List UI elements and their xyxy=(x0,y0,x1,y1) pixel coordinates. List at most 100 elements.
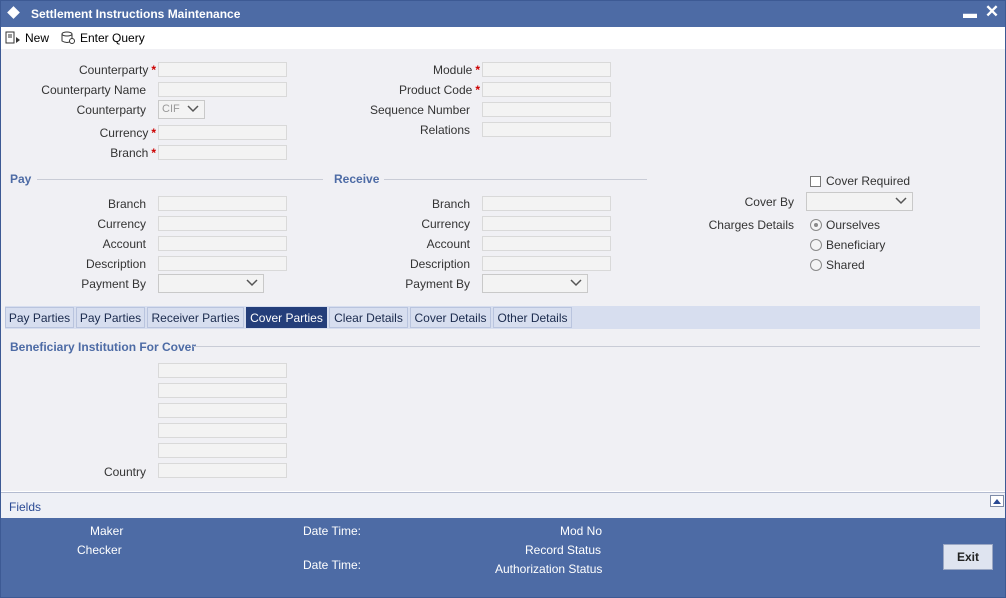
minimize-icon[interactable]: ▬ xyxy=(963,5,977,21)
close-icon[interactable]: ✕ xyxy=(984,3,1000,21)
branch-input[interactable] xyxy=(158,145,287,160)
beneficiary-line-1-input[interactable] xyxy=(158,363,287,378)
pay-payment-by-select[interactable] xyxy=(158,274,264,293)
pay-account-label: Account xyxy=(102,237,146,251)
exit-button[interactable]: Exit xyxy=(943,544,993,570)
charges-details-label: Charges Details xyxy=(708,218,794,232)
branch-label: Branch * xyxy=(110,146,156,160)
counterparty-type-value: CIF xyxy=(162,103,180,115)
sequence-number-label: Sequence Number xyxy=(369,103,470,117)
checker-label: Checker xyxy=(77,543,122,557)
pay-currency-input[interactable] xyxy=(158,216,287,231)
new-icon xyxy=(5,31,20,44)
tab-pay-parties-2[interactable]: Pay Parties xyxy=(76,307,145,328)
counterparty-input[interactable] xyxy=(158,62,287,77)
cover-required-label: Cover Required xyxy=(826,174,911,188)
cover-by-select[interactable] xyxy=(806,192,913,211)
tab-receiver-parties[interactable]: Receiver Parties xyxy=(147,307,244,328)
counterparty-name-label: Counterparty Name xyxy=(41,83,146,97)
receive-description-label: Description xyxy=(409,257,470,271)
query-icon xyxy=(61,31,75,44)
toolbar: New Enter Query xyxy=(1,27,1005,49)
window-diamond-icon xyxy=(7,6,20,19)
authorization-status-label: Authorization Status xyxy=(495,562,603,576)
counterparty-label: Counterparty * xyxy=(78,63,156,77)
cover-by-label: Cover By xyxy=(744,195,794,209)
chevron-down-icon xyxy=(895,197,907,205)
receive-branch-label: Branch xyxy=(431,197,470,211)
radio-shared-label: Shared xyxy=(826,258,865,272)
relations-label: Relations xyxy=(419,123,470,137)
settlement-instructions-window: Settlement Instructions Maintenance ▬ ✕ … xyxy=(0,0,1006,598)
product-code-input[interactable] xyxy=(482,82,611,97)
pay-branch-label: Branch xyxy=(107,197,146,211)
chevron-down-icon xyxy=(570,279,582,287)
country-label: Country xyxy=(103,465,146,479)
sequence-number-input[interactable] xyxy=(482,102,611,117)
beneficiary-line-4-input[interactable] xyxy=(158,423,287,438)
tab-clear-details[interactable]: Clear Details xyxy=(329,307,408,328)
record-status-label: Record Status xyxy=(525,543,602,557)
audit-footer: Maker Checker Date Time: Date Time: Mod … xyxy=(1,518,1005,597)
tab-strip: Pay Parties Pay Parties Receiver Parties… xyxy=(5,306,980,329)
tab-cover-parties[interactable]: Cover Parties xyxy=(246,307,327,328)
pay-currency-label: Currency xyxy=(97,217,146,231)
receive-payment-by-label: Payment By xyxy=(405,277,470,291)
counterparty-type-label: Counterparty xyxy=(76,103,146,117)
beneficiary-line-2-input[interactable] xyxy=(158,383,287,398)
product-code-label: Product Code * xyxy=(398,83,480,97)
receive-divider xyxy=(384,179,647,180)
beneficiary-line-5-input[interactable] xyxy=(158,443,287,458)
maker-date-time-label: Date Time: xyxy=(303,524,362,538)
beneficiary-line-3-input[interactable] xyxy=(158,403,287,418)
radio-shared[interactable] xyxy=(810,259,822,271)
fields-bar: Fields xyxy=(1,492,1005,519)
radio-beneficiary-label: Beneficiary xyxy=(826,238,886,252)
collapse-up-icon[interactable] xyxy=(990,495,1004,507)
enter-query-button[interactable]: Enter Query xyxy=(60,29,150,47)
receive-currency-input[interactable] xyxy=(482,216,611,231)
receive-description-input[interactable] xyxy=(482,256,611,271)
beneficiary-institution-title: Beneficiary Institution For Cover xyxy=(10,340,197,354)
enter-query-label: Enter Query xyxy=(80,31,145,45)
chevron-down-icon xyxy=(187,105,199,113)
country-input[interactable] xyxy=(158,463,287,478)
cover-required-checkbox[interactable] xyxy=(810,176,821,187)
receive-currency-label: Currency xyxy=(421,217,470,231)
radio-beneficiary[interactable] xyxy=(810,239,822,251)
relations-input[interactable] xyxy=(482,122,611,137)
title-bar: Settlement Instructions Maintenance ▬ ✕ xyxy=(1,1,1005,27)
module-label: Module * xyxy=(432,63,480,77)
receive-account-label: Account xyxy=(426,237,470,251)
chevron-down-icon xyxy=(246,279,258,287)
window-title: Settlement Instructions Maintenance xyxy=(31,7,241,21)
currency-label: Currency * xyxy=(99,126,156,140)
fields-link[interactable]: Fields xyxy=(9,500,41,514)
beneficiary-divider xyxy=(193,346,980,347)
maker-label: Maker xyxy=(90,524,124,538)
receive-branch-input[interactable] xyxy=(482,196,611,211)
form-area: Counterparty * Counterparty Name Counterp… xyxy=(1,49,1005,491)
pay-description-input[interactable] xyxy=(158,256,287,271)
new-button[interactable]: New xyxy=(5,29,55,47)
new-label: New xyxy=(25,31,50,45)
receive-section-title: Receive xyxy=(334,172,380,186)
tab-cover-details[interactable]: Cover Details xyxy=(410,307,491,328)
radio-ourselves-label: Ourselves xyxy=(826,218,881,232)
pay-section-title: Pay xyxy=(10,172,32,186)
module-input[interactable] xyxy=(482,62,611,77)
radio-ourselves[interactable] xyxy=(810,219,822,231)
tab-pay-parties-1[interactable]: Pay Parties xyxy=(5,307,74,328)
tab-other-details[interactable]: Other Details xyxy=(493,307,572,328)
pay-account-input[interactable] xyxy=(158,236,287,251)
receive-payment-by-select[interactable] xyxy=(482,274,588,293)
counterparty-type-select[interactable]: CIF xyxy=(158,100,205,119)
currency-input[interactable] xyxy=(158,125,287,140)
checker-date-time-label: Date Time: xyxy=(303,558,362,572)
receive-account-input[interactable] xyxy=(482,236,611,251)
mod-no-label: Mod No xyxy=(560,524,603,538)
pay-description-label: Description xyxy=(85,257,146,271)
counterparty-name-input[interactable] xyxy=(158,82,287,97)
pay-branch-input[interactable] xyxy=(158,196,287,211)
pay-payment-by-label: Payment By xyxy=(81,277,146,291)
